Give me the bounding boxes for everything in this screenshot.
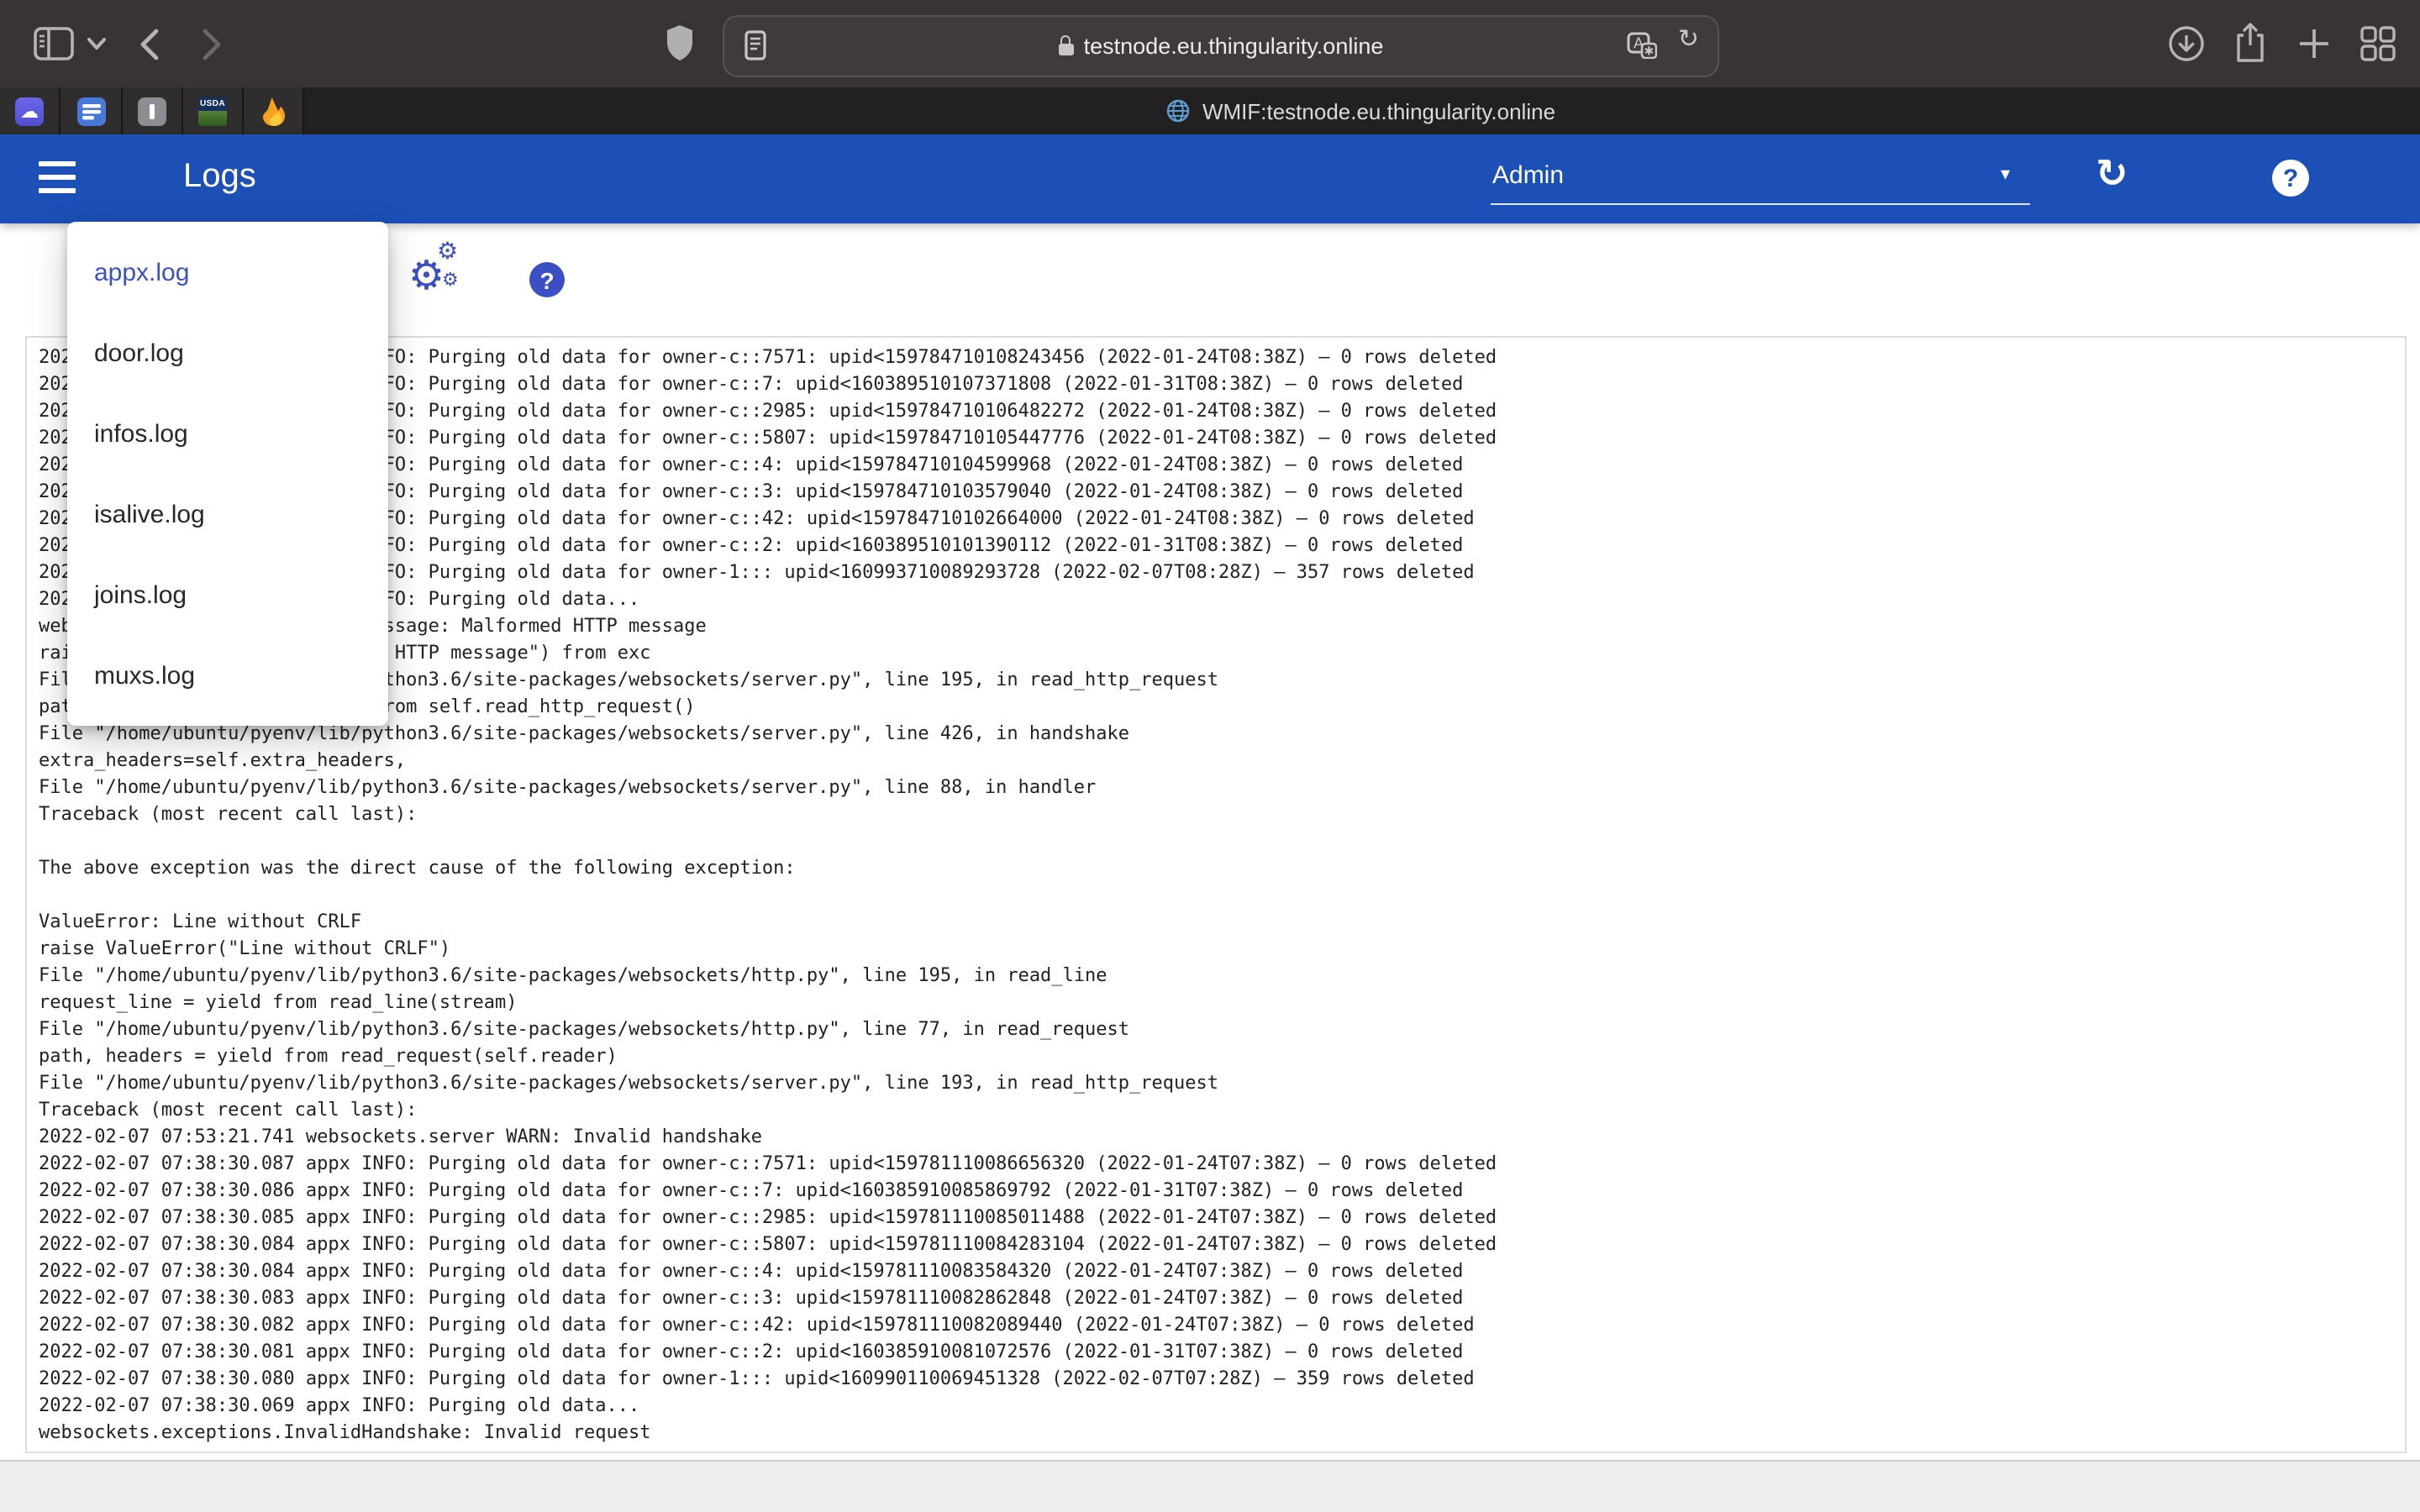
log-file-option[interactable]: muxs.log xyxy=(67,635,388,716)
log-line: 2022-02-07 08:38:30.080 appx INFO: Purgi… xyxy=(39,559,2405,586)
pinned-tab-firebase[interactable] xyxy=(244,87,304,134)
log-line: extra_headers=self.extra_headers, xyxy=(39,748,2405,774)
pipe-app-icon xyxy=(138,97,166,125)
header-help-button[interactable]: ? xyxy=(2272,160,2309,197)
footer-strip xyxy=(0,1462,2420,1512)
translate-icon[interactable]: A✱ xyxy=(1627,32,1657,59)
log-line: Traceback (most recent call last): xyxy=(39,801,2405,828)
active-tab-title: WMIF:testnode.eu.thingularity.online xyxy=(1202,98,1555,123)
refresh-button[interactable]: ↻ xyxy=(2096,153,2128,197)
log-line: 2022-02-07 07:38:30.085 appx INFO: Purgi… xyxy=(39,1205,2405,1231)
log-line: The above exception was the direct cause… xyxy=(39,855,2405,882)
notes-app-icon xyxy=(76,97,105,125)
log-line: path, request_headers = yield from self.… xyxy=(39,694,2405,721)
log-line: 2022-02-07 08:38:30.085 appx INFO: Purgi… xyxy=(39,398,2405,425)
menu-button[interactable] xyxy=(39,161,76,193)
app-header xyxy=(0,134,2420,223)
pinned-tab-notes[interactable] xyxy=(60,87,123,134)
log-line: Traceback (most recent call last): xyxy=(39,1097,2405,1124)
log-line: File "/home/ubuntu/pyenv/lib/python3.6/s… xyxy=(39,1016,2405,1043)
svg-text:✱: ✱ xyxy=(1644,45,1655,58)
log-line: 2022-02-07 07:38:30.084 appx INFO: Purgi… xyxy=(39,1231,2405,1258)
log-line: 2022-02-07 08:38:30.083 appx INFO: Purgi… xyxy=(39,479,2405,506)
log-line: File "/home/ubuntu/pyenv/lib/python3.6/s… xyxy=(39,774,2405,801)
log-line: 2022-02-07 07:38:30.069 appx INFO: Purgi… xyxy=(39,1393,2405,1420)
globe-favicon xyxy=(1167,99,1191,123)
log-line: 2022-02-07 07:53:21.741 websockets.serve… xyxy=(39,1124,2405,1151)
log-line xyxy=(39,882,2405,909)
log-line: 2022-02-07 07:38:30.081 appx INFO: Purgi… xyxy=(39,1339,2405,1366)
settings-gears-icon[interactable]: ⚙⚙⚙ xyxy=(408,242,469,299)
chevron-down-icon[interactable] xyxy=(87,37,106,50)
log-line: 2022-02-07 08:38:30.087 appx INFO: Purgi… xyxy=(39,344,2405,371)
log-line: ValueError: Line without CRLF xyxy=(39,909,2405,936)
tab-overview-button[interactable] xyxy=(2360,25,2396,62)
back-button[interactable] xyxy=(139,29,160,60)
select-underline xyxy=(1491,202,2030,205)
log-line: raise ValueError("Line without CRLF") xyxy=(39,936,2405,963)
log-file-option[interactable]: infos.log xyxy=(67,393,388,474)
new-tab-button[interactable] xyxy=(2297,27,2331,60)
log-line: File "/home/ubuntu/pyenv/lib/python3.6/s… xyxy=(39,963,2405,990)
log-line: websockets.exceptions.InvalidMessage: Ma… xyxy=(39,613,2405,640)
log-line: 2022-02-07 07:38:30.084 appx INFO: Purgi… xyxy=(39,1258,2405,1285)
log-line: request_line = yield from read_line(stre… xyxy=(39,990,2405,1016)
log-line: 2022-02-07 08:38:30.082 appx INFO: Purgi… xyxy=(39,506,2405,533)
reader-view-icon[interactable] xyxy=(744,30,766,60)
log-line: 2022-02-07 08:38:30.081 appx INFO: Purgi… xyxy=(39,533,2405,559)
browser-window: testnode.eu.thingularity.online A✱ ↻ ☁ xyxy=(0,0,2420,1512)
log-file-option[interactable]: joins.log xyxy=(67,554,388,635)
log-line: File "/home/ubuntu/pyenv/lib/python3.6/s… xyxy=(39,1070,2405,1097)
share-button[interactable] xyxy=(2233,22,2267,64)
address-bar[interactable]: testnode.eu.thingularity.online A✱ ↻ xyxy=(723,15,1719,77)
log-line: 2022-02-07 08:38:30.086 appx INFO: Purgi… xyxy=(39,371,2405,398)
active-tab[interactable]: WMIF:testnode.eu.thingularity.online xyxy=(302,87,2420,134)
log-line: raise InvalidMessage("Malformed HTTP mes… xyxy=(39,640,2405,667)
forward-button[interactable] xyxy=(202,29,222,60)
log-file-option[interactable]: appx.log xyxy=(67,232,388,312)
log-file-option[interactable]: door.log xyxy=(67,312,388,393)
log-line: websockets.exceptions.InvalidHandshake: … xyxy=(39,1420,2405,1446)
log-line: 2022-02-07 07:38:30.080 appx INFO: Purgi… xyxy=(39,1366,2405,1393)
log-line: 2022-02-07 08:38:30.084 appx INFO: Purgi… xyxy=(39,425,2405,452)
log-help-button[interactable]: ? xyxy=(529,262,565,297)
log-line: 2022-02-07 07:38:30.087 appx INFO: Purgi… xyxy=(39,1151,2405,1178)
user-role-value: Admin xyxy=(1492,161,1564,190)
lock-icon xyxy=(1059,44,1074,55)
cloud-app-icon: ☁ xyxy=(15,97,44,125)
usda-site-icon: USDA xyxy=(198,97,227,125)
log-line: 2022-02-07 08:38:30.084 appx INFO: Purgi… xyxy=(39,452,2405,479)
log-line: 2022-02-07 07:38:30.082 appx INFO: Purgi… xyxy=(39,1312,2405,1339)
downloads-button[interactable] xyxy=(2168,25,2205,62)
log-line: 2022-02-07 07:38:30.086 appx INFO: Purgi… xyxy=(39,1178,2405,1205)
log-line: File "/home/ubuntu/pyenv/lib/python3.6/s… xyxy=(39,721,2405,748)
pinned-tab-cloud[interactable]: ☁ xyxy=(0,87,60,134)
tab-bar: ☁ USDA WMIF:testnode.eu.thingularity.onl… xyxy=(0,87,2420,134)
reload-icon[interactable]: ↻ xyxy=(1678,24,1699,54)
log-file-option[interactable]: isalive.log xyxy=(67,474,388,554)
url-display[interactable]: testnode.eu.thingularity.online xyxy=(1059,34,1384,59)
log-line: 2022-02-07 08:38:30.069 appx INFO: Purgi… xyxy=(39,586,2405,613)
pinned-tab-usda[interactable]: USDA xyxy=(183,87,244,134)
privacy-shield-icon[interactable] xyxy=(666,24,694,64)
url-text: testnode.eu.thingularity.online xyxy=(1084,34,1384,59)
browser-toolbar: testnode.eu.thingularity.online A✱ ↻ xyxy=(0,0,2420,87)
sidebar-toggle-button[interactable] xyxy=(34,27,74,60)
chevron-down-icon: ▾ xyxy=(2001,163,2010,185)
log-line: File "/home/ubuntu/pyenv/lib/python3.6/s… xyxy=(39,667,2405,694)
log-file-dropdown: appx.logdoor.loginfos.logisalive.logjoin… xyxy=(67,222,388,726)
page-title: Logs xyxy=(183,158,256,197)
pinned-tab-pipe[interactable] xyxy=(123,87,183,134)
log-line: 2022-02-07 07:38:30.083 appx INFO: Purgi… xyxy=(39,1285,2405,1312)
user-role-select[interactable]: Admin ▾ xyxy=(1491,155,2030,203)
firebase-flame-icon xyxy=(259,97,287,125)
log-line xyxy=(39,828,2405,855)
log-line: path, headers = yield from read_request(… xyxy=(39,1043,2405,1070)
